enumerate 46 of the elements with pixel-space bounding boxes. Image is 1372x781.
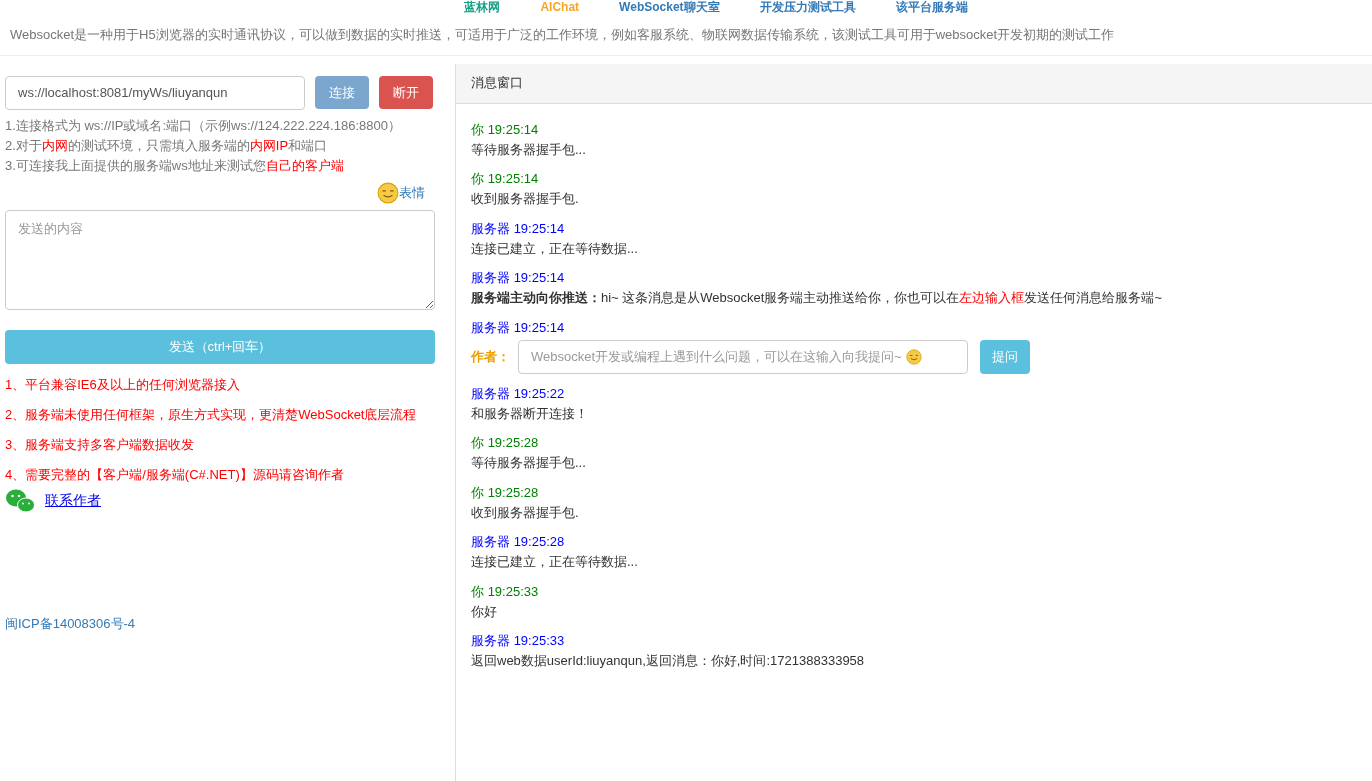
feature-text: 3、服务端支持多客户端数据收发	[5, 435, 196, 454]
message-header: 服务器 19:25:28	[471, 533, 566, 551]
message-text: 服务端主动向你推送：hi~ 这条消息是从Websocket服务端主动推送给你，你也可以在左边输入框发送任何消息给服务端~	[471, 289, 1163, 307]
message-header: 你 19:25:33	[471, 582, 540, 601]
description: Websocket是一种用于H5浏览器的实时通讯协议，可以做到数据的实时推送，可适用于广泛的工作环境，例如客服系统、物联网数据传输系统，该测试工具可用于websocket开发初期的测试工作	[10, 26, 1116, 44]
message-text: 你好	[471, 602, 498, 621]
message-header: 服务器 19:25:14	[471, 318, 566, 337]
message-header: 你 19:25:14	[471, 170, 540, 188]
feature-text: 1、平台兼容IE6及以上的任何浏览器接入	[5, 375, 241, 394]
nav-link[interactable]: 开发压力测试工具	[759, 0, 856, 14]
hint-text: 2.对于内网的测试环境，只需填入服务端的内网IP和端口	[5, 136, 329, 155]
connect-button[interactable]: 连接	[315, 76, 369, 109]
message-header: 服务器 19:25:14	[471, 269, 566, 287]
nav-link[interactable]: 该平台服务端	[895, 0, 968, 14]
url-field[interactable]: ws://localhost:8081/myWs/liuyanqun	[5, 75, 305, 110]
hint-text: 3.可连接我上面提供的服务端ws地址来测试您自己的客户端	[5, 156, 345, 175]
hint-text: 1.连接格式为 ws://IP或域名:端口（示例ws://124.222.224.186:8800）	[5, 116, 402, 135]
message-text: 连接已建立，正在等待数据...	[471, 239, 639, 258]
question-field[interactable]: Websocket开发或编程上遇到什么问题，可以在这输入向我提问~	[518, 339, 968, 374]
message-text: 收到服务器握手包.	[471, 190, 580, 208]
message-text: 等待服务器握手包...	[471, 454, 587, 472]
message-text: 和服务器断开连接！	[471, 404, 589, 423]
author-label: 作者：	[471, 347, 510, 366]
icp-link[interactable]: 闽ICP备14008306号-4	[5, 613, 450, 633]
message-text: 返回web数据userId:liuyanqun,返回消息：你好,时间:1721388333958	[471, 652, 866, 670]
message-header: 服务器 19:25:33	[471, 632, 566, 650]
chat-bubbles-icon	[5, 487, 35, 514]
feature-text: 2、服务端未使用任何框架，原生方式实现，更清楚WebSocket底层流程	[5, 405, 418, 424]
message-text: 连接已建立，正在等待数据...	[471, 553, 639, 571]
message-header: 你 19:25:28	[471, 483, 540, 502]
panel-header: 消息窗口	[456, 63, 1372, 104]
message-field[interactable]: 发送的内容	[5, 209, 435, 310]
message-header: 服务器 19:25:14	[471, 219, 566, 238]
contact-link[interactable]: 联系作者	[45, 490, 101, 511]
message-text: 等待服务器握手包...	[471, 140, 587, 159]
smiley-icon	[377, 181, 399, 204]
smiley-icon	[905, 348, 922, 365]
feature-text: 4、需要完整的【客户端/服务端(C#.NET)】源码请咨询作者	[5, 465, 345, 484]
nav-link[interactable]: WebSocket聊天室	[619, 0, 720, 14]
message-header: 你 19:25:14	[471, 120, 540, 139]
message-header: 服务器 19:25:22	[471, 384, 566, 403]
message-text: 收到服务器握手包.	[471, 503, 580, 522]
nav-link[interactable]: 蓝林网	[464, 0, 501, 14]
message-header: 你 19:25:28	[471, 434, 540, 452]
emoji-link[interactable]: 表情	[399, 182, 425, 203]
disconnect-button[interactable]: 断开	[379, 76, 433, 109]
